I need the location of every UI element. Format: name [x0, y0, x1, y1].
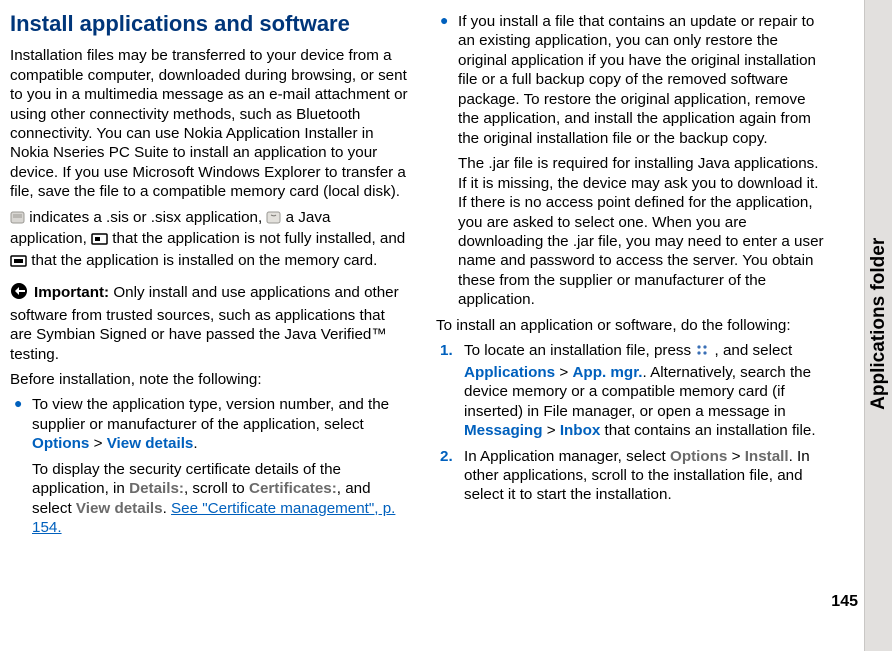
- section-sidebar: Applications folder: [864, 0, 892, 651]
- menu-key-icon: [695, 343, 710, 362]
- bullet-view-details: To view the application type, version nu…: [10, 395, 408, 537]
- intro-paragraph: Installation files may be transferred to…: [10, 46, 408, 202]
- memory-card-icon: [10, 253, 27, 272]
- page-number: 145: [831, 593, 858, 611]
- section-title: Applications folder: [868, 237, 890, 409]
- java-icon: [266, 210, 281, 229]
- step-1: 1. To locate an installation file, press…: [436, 341, 828, 440]
- page-heading: Install applications and software: [10, 10, 408, 38]
- bullet-update-repair: If you install a file that contains an u…: [436, 12, 828, 310]
- to-install-label: To install an application or software, d…: [436, 316, 828, 335]
- not-installed-icon: [91, 231, 108, 250]
- important-arrow-icon: [10, 282, 32, 305]
- icons-paragraph: indicates a .sis or .sisx application, a…: [10, 208, 408, 272]
- important-note: Important: Only install and use applicat…: [10, 282, 408, 364]
- before-install-label: Before installation, note the following:: [10, 370, 408, 389]
- step-2: 2. In Application manager, select Option…: [436, 447, 828, 505]
- sis-icon: [10, 210, 25, 229]
